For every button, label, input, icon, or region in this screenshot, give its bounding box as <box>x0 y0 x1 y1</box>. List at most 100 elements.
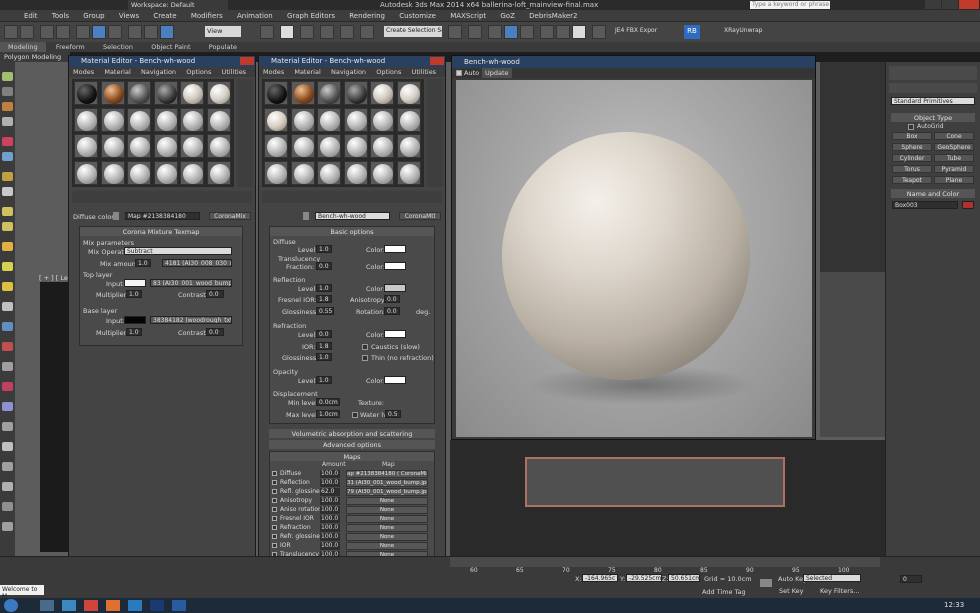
undo-icon[interactable] <box>4 25 18 39</box>
mirror-tool-icon[interactable] <box>448 25 462 39</box>
min-level-field[interactable]: 0.0cm <box>316 398 340 406</box>
map-row-amount[interactable]: 100.0 <box>320 515 340 523</box>
tool-icon[interactable] <box>2 242 13 251</box>
menu-material[interactable]: Material <box>290 67 324 77</box>
sample-slot[interactable] <box>74 107 98 132</box>
z-coordinate-field[interactable]: 50.651cm <box>668 574 700 582</box>
glossiness-field[interactable]: 0.55 <box>316 307 334 315</box>
tab-modeling[interactable]: Modeling <box>0 42 46 52</box>
map-row-amount[interactable]: 62.0 <box>320 488 340 496</box>
sample-slot[interactable] <box>127 134 151 158</box>
geosphere-button[interactable]: GeoSphere <box>934 143 974 151</box>
menu-item-maxscript[interactable]: MAXScript <box>444 10 492 20</box>
sample-slot[interactable] <box>396 134 421 158</box>
box-button[interactable]: Box <box>892 132 932 140</box>
tab-object-paint[interactable]: Object Paint <box>143 42 198 52</box>
menu-item-debrismaker[interactable]: DebrisMaker2 <box>523 10 583 20</box>
map-row-slot[interactable]: None <box>346 515 428 523</box>
menu-navigation[interactable]: Navigation <box>137 67 180 77</box>
render-icon[interactable] <box>572 25 586 39</box>
refraction-level-field[interactable]: 0.0 <box>316 330 332 338</box>
ior-field[interactable]: 1.8 <box>316 342 332 350</box>
base-contrast-field[interactable]: 0.0 <box>206 328 224 336</box>
map-row-slot[interactable]: 31 (AI30_001_wood_bump.jpg) <box>346 479 428 487</box>
map-enable-checkbox[interactable] <box>272 525 277 530</box>
tool-icon[interactable] <box>2 187 13 196</box>
maps-title[interactable]: Maps <box>270 452 434 461</box>
je4-fbx-export-button[interactable]: JE4 FBX Expor <box>615 27 657 34</box>
map-row-amount[interactable]: 100.0 <box>320 506 340 514</box>
tool-icon[interactable] <box>2 482 13 491</box>
start-icon[interactable] <box>4 599 18 612</box>
menu-utilities[interactable]: Utilities <box>218 67 250 77</box>
rect-select-icon[interactable] <box>108 25 122 39</box>
sample-slot[interactable] <box>180 134 204 158</box>
tool-icon[interactable] <box>2 152 13 161</box>
tab-selection[interactable]: Selection <box>95 42 141 52</box>
menu-item-group[interactable]: Group <box>77 10 110 20</box>
percent-snap-icon[interactable] <box>300 25 314 39</box>
sample-slot[interactable] <box>74 160 98 185</box>
menu-item-customize[interactable]: Customize <box>393 10 442 20</box>
sample-slot[interactable] <box>317 160 341 185</box>
sample-slot[interactable] <box>180 81 204 105</box>
eyedropper-icon[interactable] <box>303 212 309 220</box>
object-color-swatch[interactable] <box>962 201 974 209</box>
plane-button[interactable]: Plane <box>934 176 974 184</box>
sample-slot[interactable] <box>290 81 315 105</box>
sample-slot[interactable] <box>290 107 315 132</box>
x-coordinate-field[interactable]: -164.965c <box>582 574 618 582</box>
vol-absorption-rollout[interactable]: Volumetric absorption and scattering <box>269 429 435 438</box>
tool-icon[interactable] <box>2 422 13 431</box>
menu-item-modifiers[interactable]: Modifiers <box>185 10 229 20</box>
sample-slot[interactable] <box>264 81 288 105</box>
workspace-dropdown[interactable]: Workspace: Default <box>128 0 228 10</box>
top-input-swatch[interactable] <box>124 279 146 287</box>
taskbar-app-icon[interactable] <box>84 600 98 611</box>
tool-icon[interactable] <box>2 222 13 231</box>
menu-item-graph-editors[interactable]: Graph Editors <box>281 10 341 20</box>
map-row-slot[interactable]: ap #2138384180 ( CoronaMix ) <box>346 470 428 478</box>
advanced-options-rollout[interactable]: Advanced options <box>269 440 435 449</box>
layer-icon[interactable] <box>468 25 482 39</box>
object-name-field[interactable]: Box003 <box>892 201 958 209</box>
menu-navigation[interactable]: Navigation <box>327 67 370 77</box>
sample-slot[interactable] <box>343 81 368 105</box>
cylinder-button[interactable]: Cylinder <box>892 154 932 162</box>
taskbar-app-icon[interactable] <box>62 600 76 611</box>
tool-icon[interactable] <box>2 502 13 511</box>
sample-slot[interactable] <box>100 160 125 185</box>
map-row-amount[interactable]: 100.0 <box>320 479 340 487</box>
sample-slot[interactable] <box>180 160 204 185</box>
close-button[interactable] <box>959 0 979 9</box>
ribbon-subtab-polygon-modeling[interactable]: Polygon Modeling <box>0 52 70 62</box>
sample-slot[interactable] <box>127 107 151 132</box>
tool-icon[interactable] <box>2 362 13 371</box>
tool-icon[interactable] <box>2 442 13 451</box>
tab-freeform[interactable]: Freeform <box>48 42 93 52</box>
select-by-name-icon[interactable] <box>92 25 106 39</box>
base-input-map-button[interactable]: 38384182 (woodrough_txt.jpg) <box>150 316 232 324</box>
sample-slot[interactable] <box>370 107 394 132</box>
sample-slot[interactable] <box>206 160 231 185</box>
base-input-swatch[interactable] <box>124 316 146 324</box>
sample-slot[interactable] <box>343 160 368 185</box>
caustics-checkbox[interactable] <box>362 344 368 350</box>
close-icon[interactable] <box>430 57 444 65</box>
named-selection-dropdown[interactable]: Create Selection Se <box>384 26 442 37</box>
menu-item-views[interactable]: Views <box>113 10 145 20</box>
taskbar-app-icon[interactable] <box>172 600 186 611</box>
refraction-color-swatch[interactable] <box>384 330 406 338</box>
align-icon[interactable] <box>360 25 374 39</box>
sample-slot[interactable] <box>264 134 288 158</box>
map-row-amount[interactable]: 100.0 <box>320 497 340 505</box>
mix-amount-map-button[interactable]: 4181 (AI30_008_030_refl...jpg) <box>162 259 232 267</box>
tab-populate[interactable]: Populate <box>201 42 245 52</box>
mix-amount-field[interactable]: 1.0 <box>135 259 151 267</box>
map-enable-checkbox[interactable] <box>272 543 277 548</box>
clock[interactable]: 12:33 <box>944 601 964 609</box>
sample-slot[interactable] <box>100 81 125 105</box>
sample-slot[interactable] <box>153 160 178 185</box>
map-row-slot[interactable]: None <box>346 533 428 541</box>
select-icon[interactable] <box>76 25 90 39</box>
